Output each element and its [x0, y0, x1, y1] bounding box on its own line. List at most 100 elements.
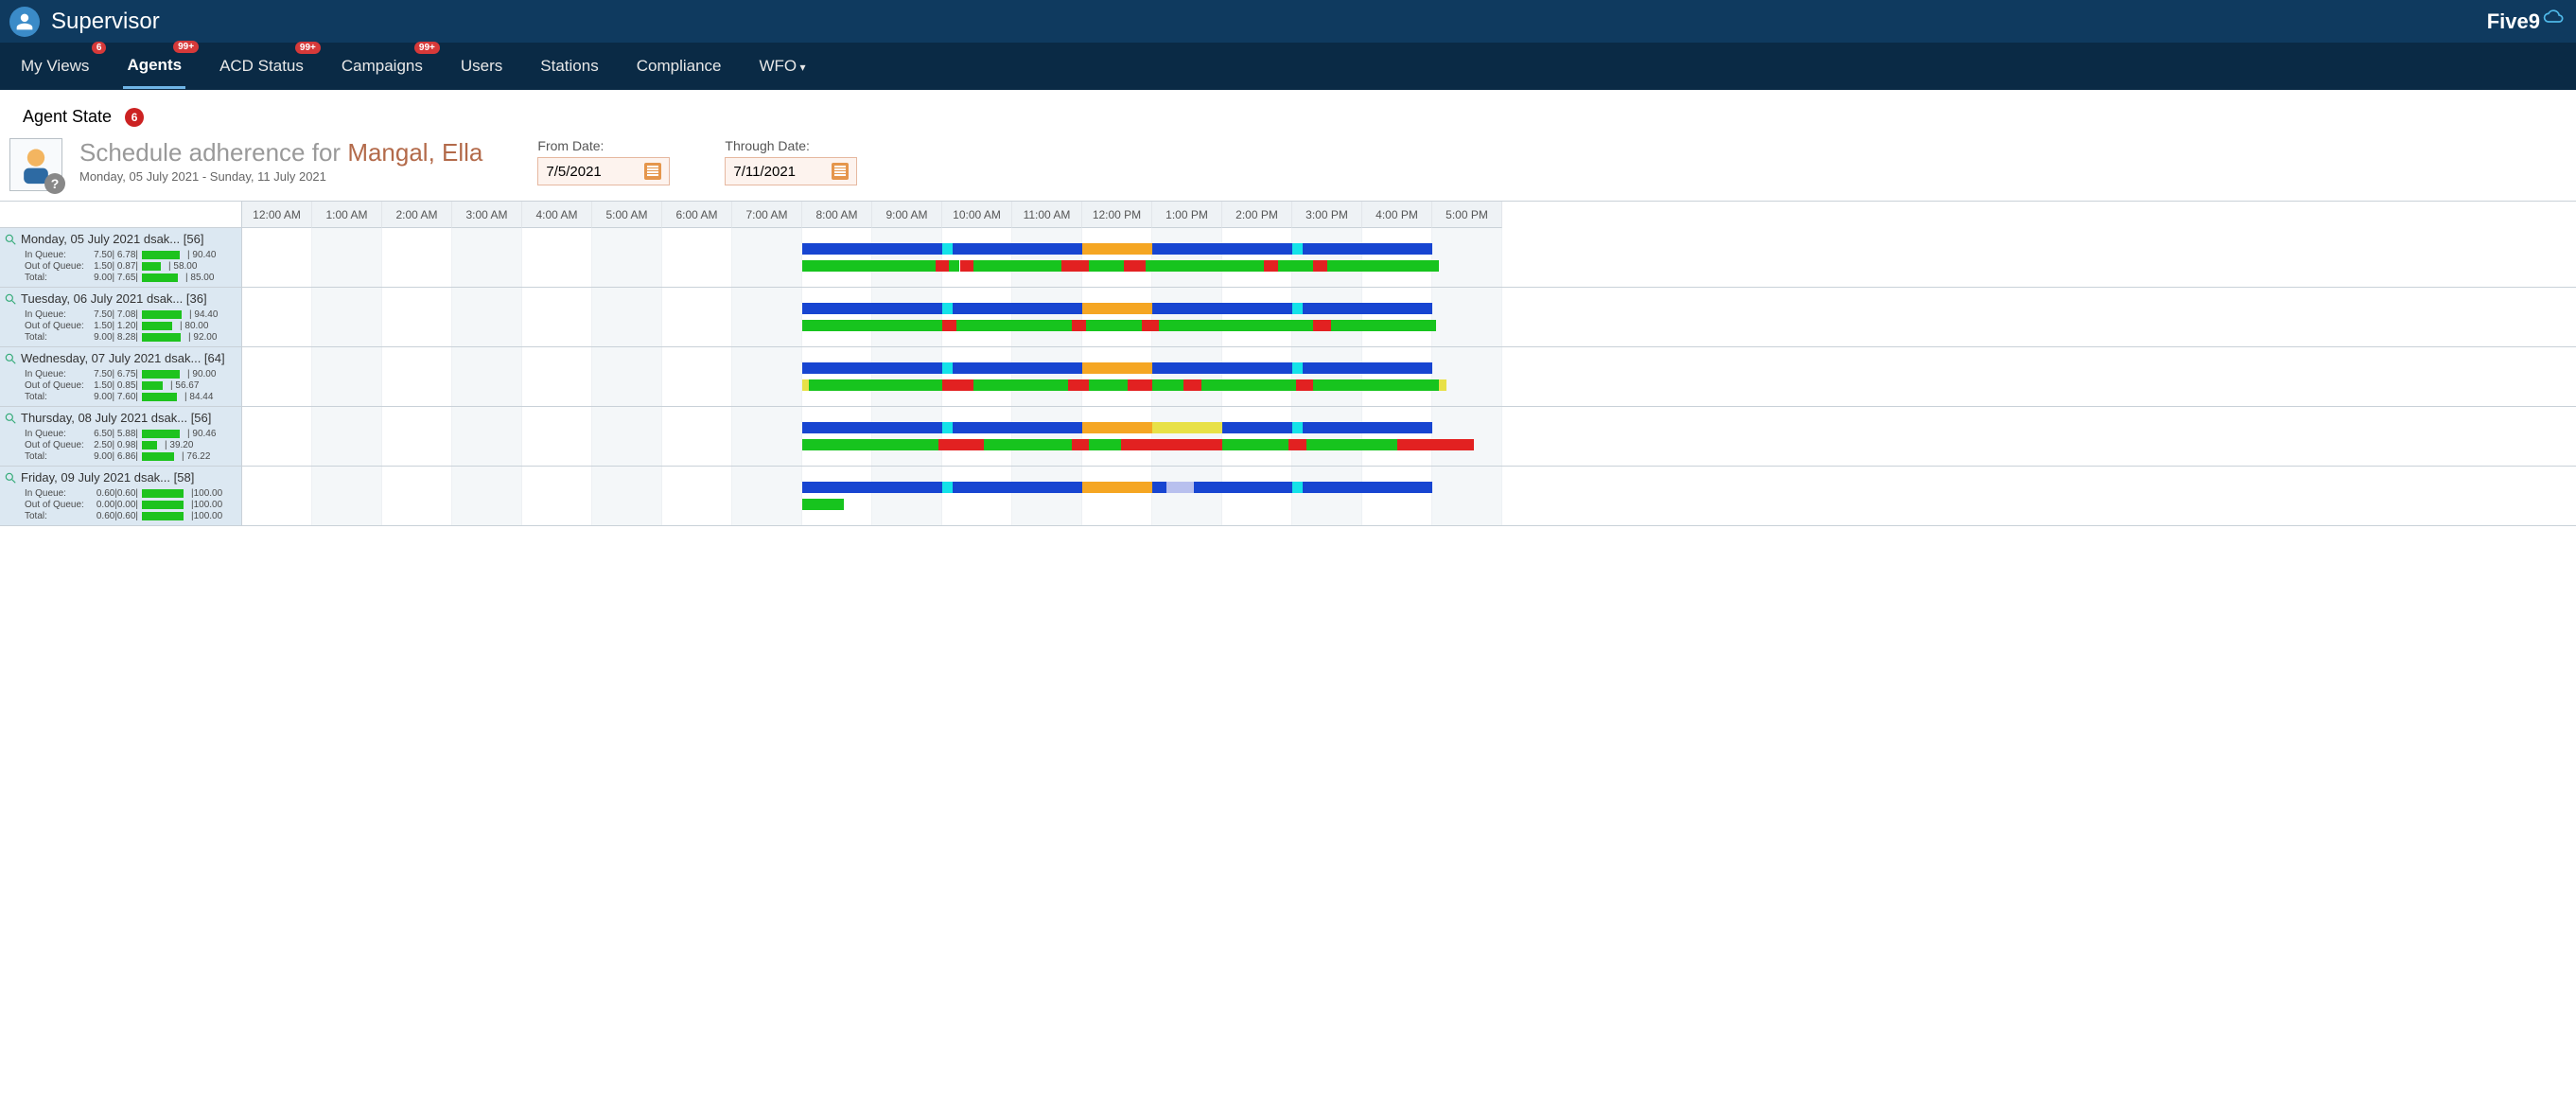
segment[interactable] — [1072, 439, 1090, 450]
segment[interactable] — [1152, 303, 1292, 314]
segment[interactable] — [809, 379, 942, 391]
help-icon[interactable]: ? — [44, 173, 65, 194]
segment[interactable] — [942, 303, 953, 314]
segment[interactable] — [802, 303, 942, 314]
nav-acd-status[interactable]: ACD Status99+ — [216, 45, 307, 87]
nav-users[interactable]: Users — [457, 45, 506, 87]
segment[interactable] — [802, 379, 809, 391]
segment[interactable] — [1439, 379, 1446, 391]
segment[interactable] — [953, 362, 1082, 374]
segment[interactable] — [984, 439, 1072, 450]
segment[interactable] — [942, 379, 973, 391]
magnifier-icon[interactable] — [4, 471, 17, 485]
segment[interactable] — [942, 422, 953, 433]
nav-campaigns[interactable]: Campaigns99+ — [338, 45, 427, 87]
lane-area[interactable] — [242, 407, 2576, 466]
nav-my-views[interactable]: My Views6 — [17, 45, 93, 87]
segment[interactable] — [1313, 379, 1439, 391]
calendar-icon[interactable] — [644, 163, 661, 180]
segment[interactable] — [973, 379, 1068, 391]
segment[interactable] — [1313, 320, 1331, 331]
day-rowhead[interactable]: Tuesday, 06 July 2021 dsak... [36]In Que… — [0, 288, 242, 346]
from-date-input[interactable]: 7/5/2021 — [537, 157, 670, 185]
segment[interactable] — [1296, 379, 1314, 391]
segment[interactable] — [956, 320, 1072, 331]
segment[interactable] — [1068, 379, 1089, 391]
segment[interactable] — [1121, 439, 1222, 450]
segment[interactable] — [1331, 320, 1436, 331]
segment[interactable] — [1183, 379, 1201, 391]
segment[interactable] — [1397, 439, 1474, 450]
segment[interactable] — [1152, 482, 1166, 493]
segment[interactable] — [802, 499, 844, 510]
day-rowhead[interactable]: Monday, 05 July 2021 dsak... [56]In Queu… — [0, 228, 242, 287]
segment[interactable] — [1303, 422, 1432, 433]
lane-area[interactable] — [242, 467, 2576, 525]
segment[interactable] — [942, 243, 953, 255]
segment[interactable] — [953, 482, 1082, 493]
segment[interactable] — [938, 439, 984, 450]
segment[interactable] — [1152, 422, 1222, 433]
segment[interactable] — [802, 482, 942, 493]
calendar-icon[interactable] — [832, 163, 849, 180]
segment[interactable] — [1303, 303, 1432, 314]
segment[interactable] — [1292, 422, 1303, 433]
user-icon[interactable] — [9, 7, 40, 37]
day-rowhead[interactable]: Friday, 09 July 2021 dsak... [58]In Queu… — [0, 467, 242, 525]
nav-stations[interactable]: Stations — [536, 45, 602, 87]
segment[interactable] — [1128, 379, 1152, 391]
segment[interactable] — [1082, 422, 1152, 433]
segment[interactable] — [1124, 260, 1145, 272]
magnifier-icon[interactable] — [4, 233, 17, 246]
segment[interactable] — [942, 320, 956, 331]
segment[interactable] — [1292, 482, 1303, 493]
segment[interactable] — [1082, 243, 1152, 255]
segment[interactable] — [1313, 260, 1327, 272]
lane-area[interactable] — [242, 347, 2576, 406]
segment[interactable] — [960, 260, 974, 272]
magnifier-icon[interactable] — [4, 352, 17, 365]
segment[interactable] — [1306, 439, 1397, 450]
segment[interactable] — [953, 243, 1082, 255]
magnifier-icon[interactable] — [4, 292, 17, 306]
segment[interactable] — [949, 260, 959, 272]
segment[interactable] — [1201, 379, 1296, 391]
segment[interactable] — [1194, 482, 1292, 493]
day-rowhead[interactable]: Thursday, 08 July 2021 dsak... [56]In Qu… — [0, 407, 242, 466]
segment[interactable] — [1072, 320, 1086, 331]
segment[interactable] — [1159, 320, 1313, 331]
segment[interactable] — [1152, 379, 1183, 391]
segment[interactable] — [1142, 320, 1160, 331]
segment[interactable] — [1278, 260, 1313, 272]
segment[interactable] — [1303, 362, 1432, 374]
segment[interactable] — [973, 260, 1061, 272]
segment[interactable] — [1089, 439, 1120, 450]
segment[interactable] — [1292, 303, 1303, 314]
segment[interactable] — [802, 362, 942, 374]
segment[interactable] — [1222, 439, 1288, 450]
through-date-input[interactable]: 7/11/2021 — [725, 157, 857, 185]
segment[interactable] — [802, 422, 942, 433]
segment[interactable] — [802, 243, 942, 255]
segment[interactable] — [1327, 260, 1439, 272]
segment[interactable] — [802, 439, 938, 450]
nav-wfo[interactable]: WFO — [755, 45, 809, 87]
lane-area[interactable] — [242, 288, 2576, 346]
segment[interactable] — [953, 303, 1082, 314]
segment[interactable] — [1166, 482, 1195, 493]
segment[interactable] — [1061, 260, 1090, 272]
segment[interactable] — [953, 422, 1082, 433]
segment[interactable] — [1086, 320, 1142, 331]
segment[interactable] — [1288, 439, 1306, 450]
segment[interactable] — [942, 482, 953, 493]
magnifier-icon[interactable] — [4, 412, 17, 425]
segment[interactable] — [1292, 362, 1303, 374]
segment[interactable] — [1082, 482, 1152, 493]
segment[interactable] — [1222, 422, 1292, 433]
segment[interactable] — [1152, 243, 1292, 255]
segment[interactable] — [936, 260, 950, 272]
segment[interactable] — [1303, 482, 1432, 493]
segment[interactable] — [942, 362, 953, 374]
segment[interactable] — [802, 260, 936, 272]
day-rowhead[interactable]: Wednesday, 07 July 2021 dsak... [64]In Q… — [0, 347, 242, 406]
